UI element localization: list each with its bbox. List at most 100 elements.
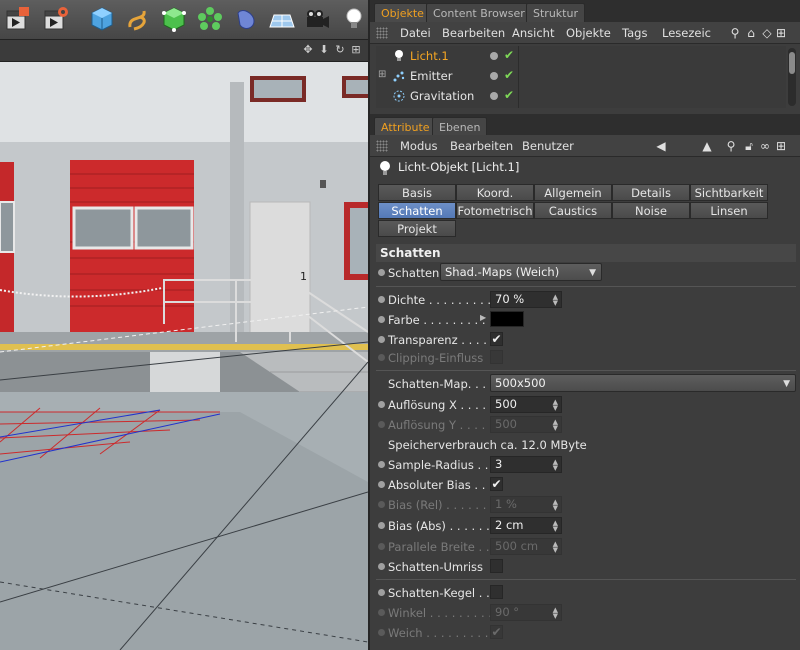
- stepper-icon: ▲ ▼: [552, 606, 558, 620]
- prop-tab-fotometrisch[interactable]: Fotometrisch: [456, 202, 534, 219]
- 3d-viewport[interactable]: 1: [0, 62, 368, 650]
- aufloesung-x-field[interactable]: 500 ▲ ▼: [490, 396, 562, 413]
- schatten-kegel-checkbox[interactable]: [490, 585, 503, 599]
- absoluter-bias-checkbox[interactable]: ✔: [490, 477, 503, 491]
- schatten-umriss-checkbox[interactable]: [490, 559, 503, 573]
- anim-dot[interactable]: [378, 336, 385, 343]
- chevron-down-icon: ▼: [589, 268, 596, 278]
- stepper-icon[interactable]: ▲ ▼: [553, 520, 558, 533]
- visibility-dot[interactable]: [490, 92, 498, 100]
- bias-abs-field[interactable]: 2 cm ▲ ▼: [490, 517, 562, 534]
- rotate-icon[interactable]: ↻: [334, 44, 346, 56]
- floor-icon[interactable]: [266, 3, 298, 35]
- layout-icon[interactable]: ⊞: [350, 44, 362, 56]
- menu-tags[interactable]: Tags: [622, 22, 647, 44]
- param-schatten: Schatten Shad.-Maps (Weich) ▼: [376, 263, 796, 283]
- param-farbe: Farbe . . . . . . . . . ▶: [376, 310, 796, 330]
- objects-scrollbar[interactable]: [788, 48, 796, 106]
- camera-icon[interactable]: [302, 3, 334, 35]
- menu-datei[interactable]: Datei: [400, 22, 431, 44]
- enabled-check-icon[interactable]: ✔: [504, 68, 514, 82]
- prop-tab-details[interactable]: Details: [612, 184, 690, 201]
- anim-dot: [378, 609, 385, 616]
- search-icon[interactable]: ⚲: [724, 138, 738, 154]
- diamond-icon[interactable]: ◇: [760, 25, 774, 41]
- menu-objekte[interactable]: Objekte: [566, 22, 611, 44]
- stepper-icon[interactable]: ▲ ▼: [553, 399, 558, 412]
- stepper-icon[interactable]: ▲ ▼: [553, 459, 558, 472]
- new-window-icon[interactable]: ⊞: [774, 25, 788, 41]
- prop-tab-schatten[interactable]: Schatten: [378, 202, 456, 219]
- cube-icon[interactable]: [86, 3, 118, 35]
- prop-tab-koord[interactable]: Koord.: [456, 184, 534, 201]
- nurbs-icon[interactable]: [158, 3, 190, 35]
- anim-dot[interactable]: [378, 269, 385, 276]
- prop-tab-noise[interactable]: Noise: [612, 202, 690, 219]
- anim-dot[interactable]: [378, 401, 385, 408]
- prop-tab-basis[interactable]: Basis: [378, 184, 456, 201]
- menu-bearbeiten[interactable]: Bearbeiten: [450, 135, 513, 157]
- enabled-check-icon[interactable]: ✔: [504, 48, 514, 62]
- stepper-icon[interactable]: ▲ ▼: [553, 294, 558, 307]
- param-label: Absoluter Bias . .: [388, 478, 486, 492]
- cursor-arrow-icon[interactable]: ▲: [700, 138, 714, 154]
- schatten-dropdown[interactable]: Shad.-Maps (Weich) ▼: [440, 263, 602, 281]
- back-arrow-icon[interactable]: ◀: [654, 138, 668, 154]
- search-icon[interactable]: ⚲: [728, 25, 742, 41]
- param-label: Schatten-Map. . .: [388, 377, 487, 391]
- visibility-dot[interactable]: [490, 52, 498, 60]
- object-row-licht[interactable]: Licht.1 ✔: [376, 46, 786, 66]
- tab-content-browser[interactable]: Content Browser: [426, 3, 532, 22]
- deformer-icon[interactable]: [230, 3, 262, 35]
- array-icon[interactable]: [194, 3, 226, 35]
- grip-icon: [376, 140, 388, 152]
- object-list: Licht.1 ✔ ⊞ Emitter ✔ Gravitation ✔: [376, 46, 786, 108]
- light-bulb-icon: [380, 161, 390, 175]
- down-arrow-icon[interactable]: ⬇: [318, 44, 330, 56]
- dichte-field[interactable]: 70 % ▲ ▼: [490, 291, 562, 308]
- transparenz-checkbox[interactable]: ✔: [490, 332, 503, 346]
- prop-tab-allgemein[interactable]: Allgemein: [534, 184, 612, 201]
- schatten-map-dropdown[interactable]: 500x500 ▼: [490, 374, 796, 392]
- object-row-emitter[interactable]: ⊞ Emitter ✔: [376, 66, 786, 86]
- tab-struktur[interactable]: Struktur: [526, 3, 585, 22]
- divider: [376, 579, 796, 580]
- anim-dot[interactable]: [378, 316, 385, 323]
- tab-ebenen[interactable]: Ebenen: [432, 117, 488, 136]
- anim-dot[interactable]: [378, 563, 385, 570]
- tab-objekte[interactable]: Objekte: [374, 3, 431, 22]
- prop-tab-projekt[interactable]: Projekt: [378, 220, 456, 237]
- anim-dot[interactable]: [378, 589, 385, 596]
- move-arrows-icon[interactable]: ✥: [302, 44, 314, 56]
- prop-tab-linsen[interactable]: Linsen: [690, 202, 768, 219]
- anim-dot[interactable]: [378, 522, 385, 529]
- expand-icon[interactable]: ⊞: [378, 69, 386, 80]
- menu-bearbeiten[interactable]: Bearbeiten: [442, 22, 505, 44]
- prop-tab-caustics[interactable]: Caustics: [534, 202, 612, 219]
- farbe-color-swatch[interactable]: [490, 311, 524, 327]
- param-label: Bias (Abs) . . . . . .: [388, 519, 490, 533]
- visibility-dot[interactable]: [490, 72, 498, 80]
- menu-benutzer[interactable]: Benutzer: [522, 135, 574, 157]
- menu-modus[interactable]: Modus: [400, 135, 438, 157]
- scroll-thumb[interactable]: [789, 52, 795, 74]
- home-icon[interactable]: ⌂: [744, 25, 758, 41]
- anim-dot[interactable]: [378, 461, 385, 468]
- sample-radius-field[interactable]: 3 ▲ ▼: [490, 456, 562, 473]
- anim-dot[interactable]: [378, 481, 385, 488]
- menu-lesezeichen[interactable]: Lesezeic: [662, 22, 711, 44]
- link-icon[interactable]: ∞: [758, 138, 772, 154]
- expand-arrow-icon[interactable]: ▶: [480, 313, 486, 322]
- spline-icon[interactable]: [122, 3, 154, 35]
- menu-ansicht[interactable]: Ansicht: [512, 22, 554, 44]
- anim-dot[interactable]: [378, 296, 385, 303]
- tab-attribute[interactable]: Attribute: [374, 117, 437, 136]
- clapper-render-icon[interactable]: [2, 3, 34, 35]
- object-row-gravitation[interactable]: Gravitation ✔: [376, 86, 786, 106]
- light-icon[interactable]: [338, 3, 370, 35]
- new-window-icon[interactable]: ⊞: [774, 138, 788, 154]
- prop-tab-sichtbarkeit[interactable]: Sichtbarkeit: [690, 184, 768, 201]
- enabled-check-icon[interactable]: ✔: [504, 88, 514, 102]
- lock-icon[interactable]: 🔓︎: [742, 138, 756, 154]
- clapper-settings-icon[interactable]: [40, 3, 72, 35]
